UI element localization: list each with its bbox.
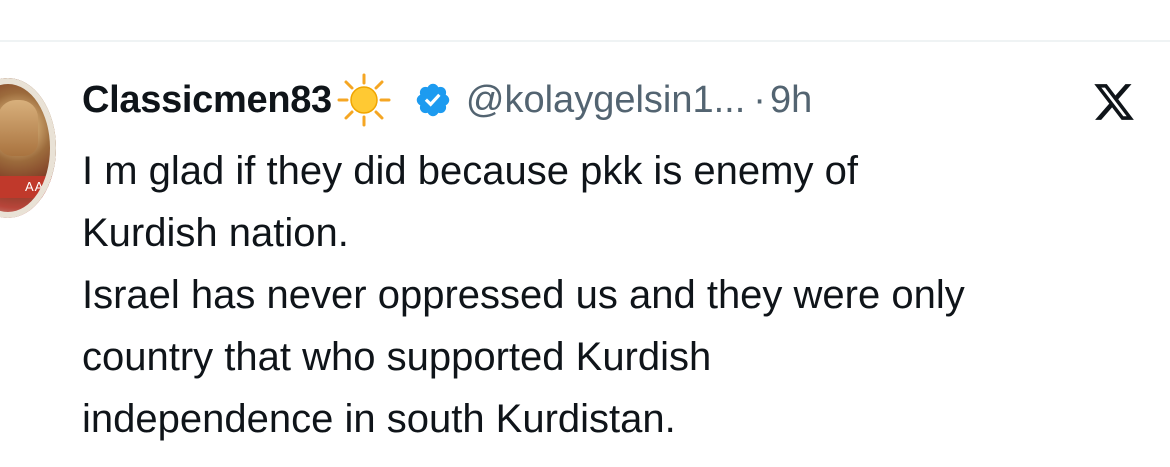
timestamp[interactable]: 9h (770, 79, 812, 122)
sun-icon (337, 73, 391, 127)
x-logo-icon (1094, 84, 1134, 120)
user-handle[interactable]: @kolaygelsin1... (466, 79, 745, 122)
tweet-card: AAA Classicmen83 @kolaygelsin1... · 9h I… (0, 0, 1170, 467)
top-divider (0, 40, 1170, 42)
tweet-text-line: Kurdish nation. (82, 211, 349, 255)
tweet-text-line: independence in south Kurdistan. (82, 397, 676, 441)
tweet-header: Classicmen83 @kolaygelsin1... · 9h (82, 73, 812, 127)
tweet-text-line: country that who supported Kurdish (82, 335, 712, 379)
separator-dot: · (753, 78, 766, 121)
tweet-text-line: Israel has never oppressed us and they w… (82, 273, 965, 317)
avatar[interactable]: AAA (0, 78, 56, 218)
display-name[interactable]: Classicmen83 (82, 79, 332, 122)
tweet-text: I m glad if they did because pkk is enem… (82, 140, 1162, 450)
verified-badge-icon[interactable] (414, 81, 452, 119)
tweet-text-line: I m glad if they did because pkk is enem… (82, 149, 858, 193)
